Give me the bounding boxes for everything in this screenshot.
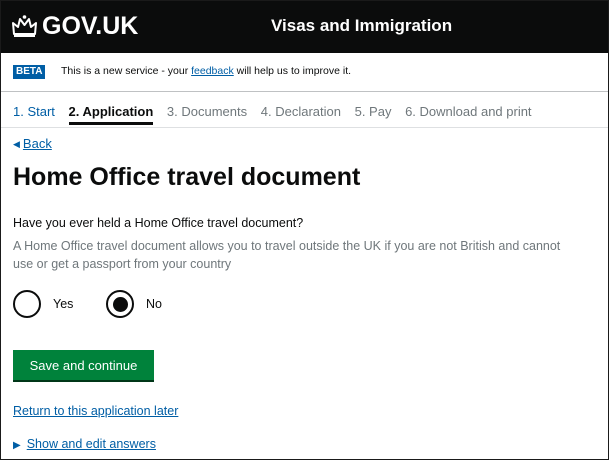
beta-text-before: This is a new service - your	[61, 65, 192, 77]
save-and-continue-button[interactable]: Save and continue	[13, 350, 154, 380]
govuk-logo[interactable]: GOV.UK	[11, 11, 138, 41]
radio-yes-circle[interactable]	[13, 290, 41, 318]
disclosure-triangle-icon: ▶	[13, 440, 21, 451]
progress-steps: 1. Start 2. Application 3. Documents 4. …	[13, 104, 608, 125]
service-name[interactable]: Visas and Immigration	[271, 15, 452, 37]
step-start[interactable]: 1. Start	[13, 104, 55, 125]
page-title: Home Office travel document	[13, 163, 361, 191]
show-answers-label[interactable]: Show and edit answers	[27, 437, 156, 451]
step-pay: 5. Pay	[354, 104, 392, 119]
radio-no-label[interactable]: No	[146, 297, 162, 311]
back-link-label: Back	[22, 136, 52, 151]
beta-tag: BETA	[13, 65, 46, 79]
step-documents: 3. Documents	[166, 104, 248, 119]
radio-no[interactable]: No	[106, 287, 162, 321]
radio-yes[interactable]: Yes	[13, 287, 73, 321]
beta-text-after: will help us to improve it.	[233, 65, 352, 77]
show-answers-toggle[interactable]: ▶ Show and edit answers	[13, 436, 156, 454]
steps-divider	[1, 127, 608, 128]
back-link[interactable]: ◀ Back	[13, 136, 52, 152]
page-frame: GOV.UK Visas and Immigration BETA This i…	[0, 0, 609, 460]
step-declaration: 4. Declaration	[260, 104, 341, 119]
step-application: 2. Application	[68, 104, 153, 125]
back-arrow-icon: ◀	[13, 139, 20, 149]
brand-text: GOV.UK	[42, 12, 139, 40]
radio-yes-label[interactable]: Yes	[53, 297, 73, 311]
crown-icon	[12, 15, 37, 37]
radio-selected-dot	[112, 296, 128, 312]
step-download-print: 6. Download and print	[405, 104, 532, 119]
site-header: GOV.UK Visas and Immigration	[1, 1, 608, 53]
feedback-link[interactable]: feedback	[191, 65, 234, 77]
question-hint: A Home Office travel document allows you…	[13, 239, 561, 271]
return-later-link[interactable]: Return to this application later	[13, 403, 178, 419]
beta-message: This is a new service - your feedback wi…	[61, 64, 351, 78]
question-label: Have you ever held a Home Office travel …	[13, 216, 304, 230]
radio-no-circle[interactable]	[106, 290, 134, 318]
